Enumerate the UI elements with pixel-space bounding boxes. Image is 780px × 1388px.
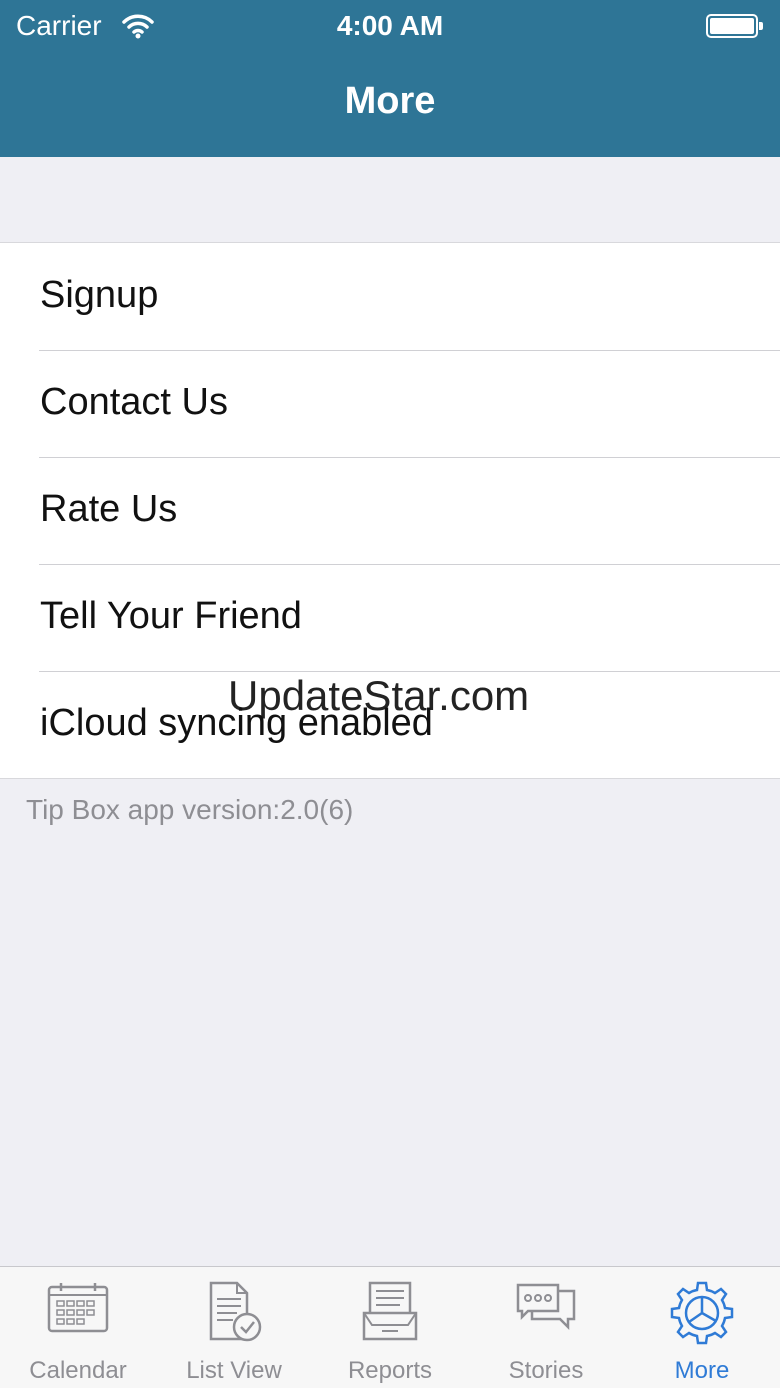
- tab-label: Stories: [508, 1357, 584, 1384]
- menu-item-contact-us[interactable]: Contact Us: [0, 350, 780, 457]
- menu-item-label: Signup: [40, 274, 159, 316]
- tab-label: Reports: [347, 1357, 433, 1384]
- battery-icon: [706, 14, 763, 38]
- menu-item-signup[interactable]: Signup: [0, 243, 780, 350]
- stories-icon: [516, 1283, 576, 1331]
- calendar-icon: [47, 1283, 109, 1333]
- menu-item-label: Contact Us: [40, 381, 228, 423]
- app-version-label: Tip Box app version:2.0(6): [26, 794, 354, 825]
- tab-bar: Calendar List View Reports Stories More: [0, 1266, 780, 1388]
- menu-item-rate-us[interactable]: Rate Us: [0, 457, 780, 564]
- tab-label: Calendar: [29, 1357, 127, 1384]
- menu-item-tell-your-friend[interactable]: Tell Your Friend: [0, 564, 780, 671]
- menu-item-label: Rate Us: [40, 488, 178, 530]
- tab-calendar[interactable]: Calendar: [0, 1267, 156, 1388]
- status-time: 4:00 AM: [336, 10, 444, 41]
- tab-reports[interactable]: Reports: [312, 1267, 468, 1388]
- tab-list-view[interactable]: List View: [156, 1267, 312, 1388]
- list-check-icon: [209, 1281, 262, 1342]
- page-title: More: [344, 80, 436, 122]
- menu-item-label: Tell Your Friend: [40, 595, 302, 637]
- tab-label: List View: [186, 1357, 282, 1384]
- tab-stories[interactable]: Stories: [468, 1267, 624, 1388]
- watermark-text: UpdateStar.com: [228, 672, 530, 719]
- tab-label: More: [674, 1357, 730, 1384]
- settings-gear-icon: [670, 1281, 734, 1345]
- tab-more[interactable]: More: [624, 1267, 780, 1388]
- reports-icon: [362, 1281, 418, 1341]
- navigation-header: Carrier 4:00 AM More: [0, 0, 780, 157]
